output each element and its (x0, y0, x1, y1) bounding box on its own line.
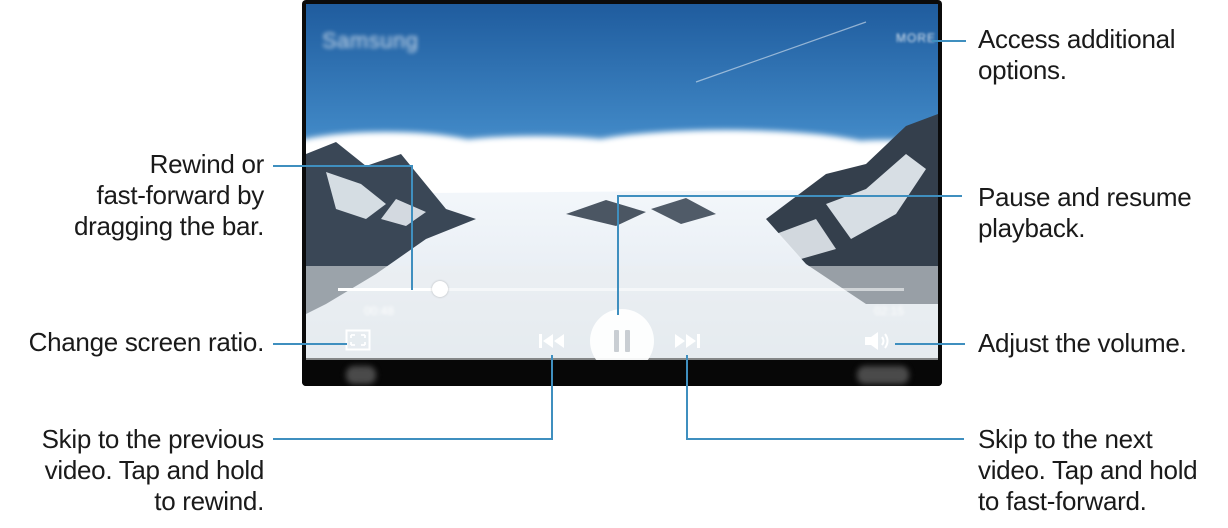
callout-next: Skip to the next video. Tap and hold to … (978, 424, 1198, 517)
callout-line: options. (978, 55, 1067, 85)
video-title: Samsung (322, 28, 419, 53)
skip-next-icon (675, 334, 700, 348)
volume-icon (865, 332, 889, 350)
seek-handle[interactable] (431, 281, 448, 297)
leader-line-prev-v (551, 355, 553, 440)
callout-line: Adjust the volume. (978, 328, 1187, 358)
player-controls: 00:48 02:15 (306, 266, 938, 373)
callout-line: to rewind. (154, 486, 264, 516)
callout-line: Skip to the next (978, 424, 1153, 454)
previous-video-button[interactable] (535, 330, 569, 352)
callout-seek: Rewind or fast-forward by dragging the b… (4, 149, 264, 242)
callout-previous: Skip to the previous video. Tap and hold… (0, 424, 265, 517)
callout-line: fast-forward by (96, 180, 265, 210)
navigation-bar (302, 360, 942, 386)
seek-bar-progress (338, 288, 440, 291)
callout-volume: Adjust the volume. (978, 328, 1187, 359)
seek-bar[interactable] (338, 281, 904, 297)
leader-line-next-h (686, 438, 964, 440)
callout-line: Change screen ratio. (28, 327, 265, 357)
callout-pause: Pause and resume playback. (978, 182, 1192, 244)
back-key[interactable] (857, 366, 909, 384)
callout-line: video. Tap and hold (44, 455, 265, 485)
leader-line-seek-h (273, 165, 413, 167)
callout-ratio: Change screen ratio. (0, 327, 265, 358)
callout-line: Pause and resume (978, 182, 1192, 212)
leader-line-more (932, 40, 966, 42)
leader-line-volume (895, 343, 965, 345)
leader-line-pause-v (617, 195, 619, 315)
volume-button[interactable] (861, 329, 895, 353)
callout-more-options: Access additional options. (978, 24, 1176, 86)
callout-line: dragging the bar. (73, 211, 264, 241)
callout-line: Rewind or (149, 149, 265, 179)
callout-line: to fast-forward. (978, 486, 1147, 516)
more-options-button[interactable]: MORE (896, 31, 936, 45)
leader-line-prev-h (273, 438, 553, 440)
callout-line: video. Tap and hold (978, 455, 1198, 485)
callout-line: Skip to the previous (41, 424, 265, 454)
screen-ratio-icon (345, 329, 371, 351)
total-time: 02:15 (873, 304, 904, 318)
leader-line-seek-v (411, 165, 413, 290)
leader-line-next-v (686, 355, 688, 440)
callout-line: playback. (978, 213, 1086, 243)
leader-line-ratio (273, 343, 347, 345)
video-player: Samsung MORE 00:48 02:15 (302, 0, 942, 386)
recent-apps-key[interactable] (346, 366, 376, 384)
leader-line-pause-h (617, 195, 962, 197)
pause-icon (614, 330, 630, 352)
screen-ratio-button[interactable] (344, 327, 372, 353)
elapsed-time: 00:48 (364, 304, 395, 318)
next-video-button[interactable] (670, 330, 704, 352)
callout-line: Access additional (978, 24, 1176, 54)
skip-previous-icon (539, 334, 564, 348)
